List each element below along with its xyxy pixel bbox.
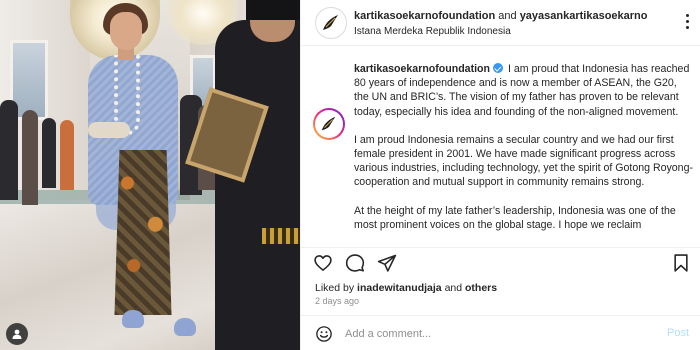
photo-batik-cuff [262,228,300,244]
post-authors: kartikasoekarnofoundation and yayasankar… [354,10,648,22]
caption-paragraph: I am proud Indonesia remains a secular c… [354,133,693,189]
coauthor-username[interactable]: yayasankartikasoekarno [520,10,648,22]
authors-conjunction: and [498,10,517,22]
foundation-logo-icon [321,116,336,131]
verified-badge-icon [492,63,503,73]
tagged-user-button[interactable] [6,323,28,345]
emoji-icon[interactable] [315,325,333,343]
foundation-logo-icon [323,15,338,30]
comment-bar: Post [301,315,700,350]
post-header: kartikasoekarnofoundation and yayasankar… [301,0,700,46]
photo-man-right [215,20,300,350]
photo-shoe [174,318,196,336]
caption-username[interactable]: kartikasoekarnofoundation [354,63,490,75]
photo-guest [42,118,56,188]
liked-by: Liked by inadewitanudjaja and others [315,282,497,294]
caption-paragraph: kartikasoekarnofoundation I am proud tha… [354,62,694,119]
caption-paragraph: At the height of my late father’s leader… [354,204,676,231]
photo-man-cap [246,0,300,20]
more-options-dot [685,25,689,29]
post-timestamp[interactable]: 2 days ago [315,296,359,306]
photo-guest [60,120,74,190]
author-avatar[interactable] [315,7,347,39]
liked-by-others[interactable]: others [465,282,497,294]
more-options-icon [685,13,689,17]
post-location[interactable]: Istana Merdeka Republik Indonesia [354,26,511,37]
author-username[interactable]: kartikasoekarnofoundation [354,10,495,22]
bookmark-icon[interactable] [671,253,691,273]
post-caption: kartikasoekarnofoundation I am proud tha… [354,62,694,246]
more-options-dot [685,19,689,23]
photo-guest [0,100,18,200]
comment-input[interactable] [345,324,645,344]
post-photo[interactable] [0,0,300,350]
photo-batik-skirt [114,150,172,315]
liked-by-and: and [444,282,463,294]
comment-icon[interactable] [345,253,365,273]
photo-shoe [122,310,144,328]
heart-icon[interactable] [313,253,333,273]
caption-author-avatar[interactable] [313,108,345,140]
user-icon [12,329,22,339]
photo-clutch [88,122,130,138]
photo-woman-face [110,12,142,50]
share-icon[interactable] [377,253,397,273]
caption-scroll-area[interactable]: kartikasoekarnofoundation I am proud tha… [301,47,700,247]
post-details-panel: kartikasoekarnofoundation and yayasankar… [300,0,700,350]
more-options-button[interactable] [681,10,693,32]
photo-guest [22,110,38,205]
liked-by-prefix: Liked by [315,282,355,294]
post-actions [301,247,700,277]
liked-by-user[interactable]: inadewitanudjaja [357,282,442,294]
post-comment-button[interactable]: Post [667,327,689,339]
